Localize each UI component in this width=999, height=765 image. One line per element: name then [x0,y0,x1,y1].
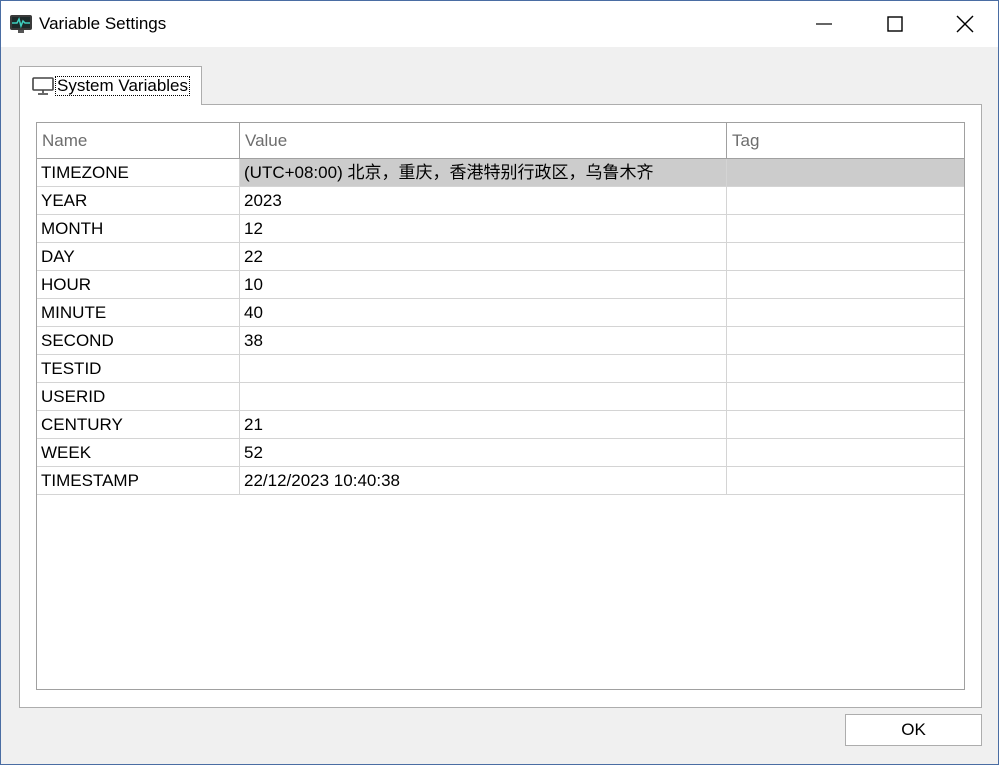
monitor-icon [32,77,54,95]
column-header-tag[interactable]: Tag [727,123,964,158]
cell-tag[interactable] [727,467,964,494]
table-row[interactable]: WEEK 52 [37,439,964,467]
tab-panel: Name Value Tag TIMEZONE (UTC+08:00) 北京，重… [19,104,982,708]
cell-name[interactable]: HOUR [37,271,240,298]
table-body: TIMEZONE (UTC+08:00) 北京，重庆，香港特别行政区，乌鲁木齐 … [37,159,964,495]
cell-value[interactable]: 38 [240,327,727,354]
cell-tag[interactable] [727,159,964,186]
cell-value[interactable] [240,383,727,410]
maximize-button[interactable] [860,1,930,47]
cell-tag[interactable] [727,439,964,466]
cell-name[interactable]: TIMEZONE [37,159,240,186]
column-header-name[interactable]: Name [37,123,240,158]
cell-tag[interactable] [727,271,964,298]
cell-name[interactable]: USERID [37,383,240,410]
title-bar[interactable]: Variable Settings [1,1,998,47]
cell-value[interactable] [240,355,727,382]
table-row[interactable]: YEAR 2023 [37,187,964,215]
cell-tag[interactable] [727,243,964,270]
cell-value[interactable]: 40 [240,299,727,326]
cell-value[interactable]: 21 [240,411,727,438]
heart-monitor-icon [9,12,33,36]
cell-value[interactable]: 2023 [240,187,727,214]
cell-value[interactable]: (UTC+08:00) 北京，重庆，香港特别行政区，乌鲁木齐 [240,159,727,186]
cell-name[interactable]: DAY [37,243,240,270]
variables-table: Name Value Tag TIMEZONE (UTC+08:00) 北京，重… [36,122,965,690]
cell-name[interactable]: YEAR [37,187,240,214]
table-row[interactable]: HOUR 10 [37,271,964,299]
table-header: Name Value Tag [37,123,964,159]
cell-name[interactable]: MONTH [37,215,240,242]
cell-value[interactable]: 22 [240,243,727,270]
tab-label: System Variables [55,76,191,96]
close-button[interactable] [930,1,999,47]
cell-value[interactable]: 22/12/2023 10:40:38 [240,467,727,494]
cell-tag[interactable] [727,215,964,242]
ok-button[interactable]: OK [845,714,982,746]
cell-tag[interactable] [727,327,964,354]
close-icon [956,15,974,33]
cell-tag[interactable] [727,411,964,438]
cell-tag[interactable] [727,299,964,326]
cell-tag[interactable] [727,187,964,214]
column-header-value[interactable]: Value [240,123,727,158]
maximize-icon [887,16,903,32]
cell-name[interactable]: TESTID [37,355,240,382]
table-row[interactable]: MONTH 12 [37,215,964,243]
table-row[interactable]: MINUTE 40 [37,299,964,327]
table-row[interactable]: TESTID [37,355,964,383]
table-row[interactable]: TIMEZONE (UTC+08:00) 北京，重庆，香港特别行政区，乌鲁木齐 [37,159,964,187]
cell-name[interactable]: CENTURY [37,411,240,438]
tab-system-variables[interactable]: System Variables [19,66,202,105]
cell-value[interactable]: 12 [240,215,727,242]
cell-value[interactable]: 10 [240,271,727,298]
variable-settings-window: Variable Settings System Variables Name … [0,0,999,765]
window-title: Variable Settings [39,14,167,33]
minimize-icon [816,23,832,25]
cell-value[interactable]: 52 [240,439,727,466]
cell-name[interactable]: MINUTE [37,299,240,326]
table-row[interactable]: DAY 22 [37,243,964,271]
table-row[interactable]: TIMESTAMP 22/12/2023 10:40:38 [37,467,964,495]
minimize-button[interactable] [789,1,859,47]
table-row[interactable]: SECOND 38 [37,327,964,355]
cell-name[interactable]: TIMESTAMP [37,467,240,494]
cell-tag[interactable] [727,383,964,410]
cell-name[interactable]: SECOND [37,327,240,354]
table-row[interactable]: CENTURY 21 [37,411,964,439]
table-row[interactable]: USERID [37,383,964,411]
cell-name[interactable]: WEEK [37,439,240,466]
cell-tag[interactable] [727,355,964,382]
